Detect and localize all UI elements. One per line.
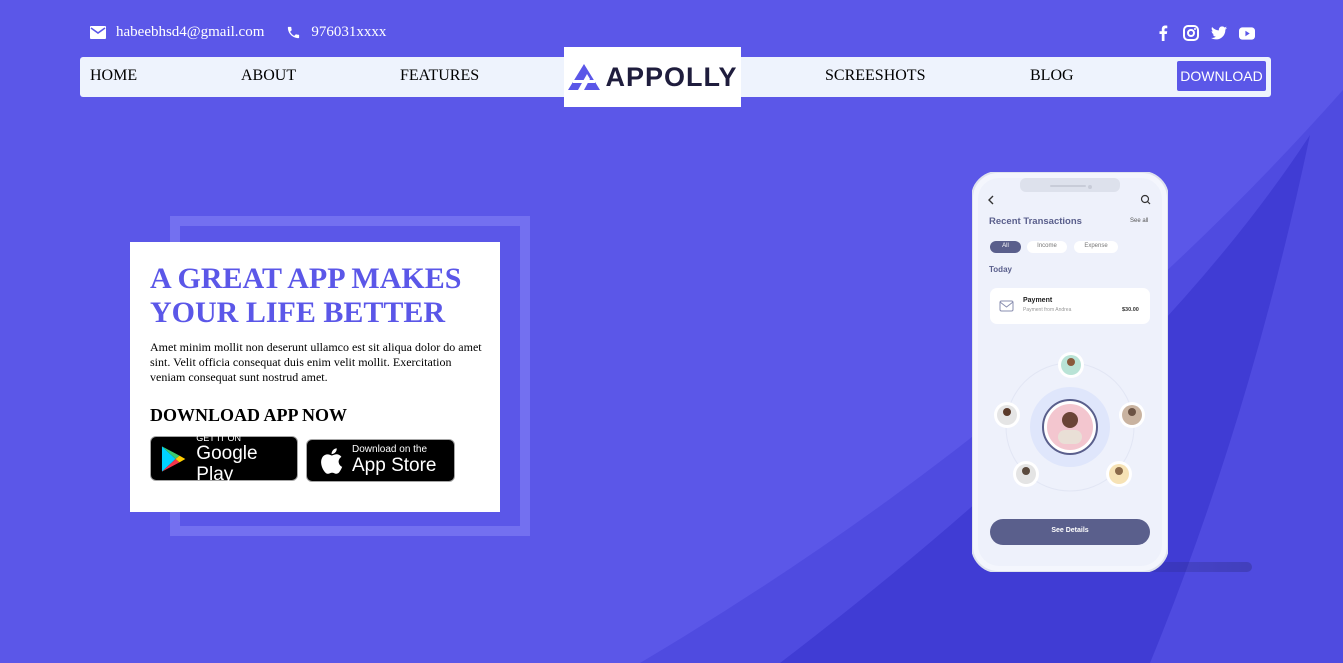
phone-section-today: Today	[989, 265, 1012, 274]
nav-screenshots[interactable]: SCREESHOTS	[825, 67, 925, 85]
nav-blog[interactable]: BLOG	[1030, 67, 1074, 85]
mail-icon	[90, 26, 106, 39]
logo-text: APPOLLY	[605, 61, 738, 92]
apple-icon	[321, 447, 343, 474]
google-play-icon	[161, 445, 186, 472]
phone-payment-sub: Payment from Andrea	[1023, 307, 1072, 313]
google-play-big: Google Play	[196, 442, 258, 485]
google-play-small: GET IT ON	[196, 432, 241, 443]
hero-title: A GREAT APP MAKES YOUR LIFE BETTER	[150, 262, 462, 329]
contact-bar: habeebhsd4@gmail.com 976031xxxx	[90, 24, 408, 41]
hero-body: Amet minim mollit non deserunt ullamco e…	[150, 340, 482, 384]
phone-see-details-button[interactable]: See Details	[990, 527, 1150, 534]
phone-filter-expense[interactable]: Expense	[1074, 243, 1118, 249]
phone-icon	[288, 26, 300, 39]
hero-cta-heading: DOWNLOAD APP NOW	[150, 405, 348, 425]
phone-filter-income[interactable]: Income	[1027, 243, 1067, 249]
hero-card: A GREAT APP MAKES YOUR LIFE BETTER Amet …	[130, 242, 500, 512]
phone-body	[972, 172, 1168, 572]
social-links	[1155, 24, 1255, 42]
phone-see-all[interactable]: See all	[1130, 218, 1148, 224]
youtube-icon[interactable]	[1239, 24, 1255, 42]
phone-link[interactable]: 976031xxxx	[311, 24, 386, 41]
nav-features[interactable]: FEATURES	[400, 67, 479, 85]
app-store-big: App Store	[352, 455, 437, 476]
phone-payment-title: Payment	[1023, 297, 1053, 304]
nav-about[interactable]: ABOUT	[241, 67, 296, 85]
phone-title: Recent Transactions	[989, 216, 1082, 227]
facebook-icon[interactable]	[1155, 24, 1171, 42]
google-play-button[interactable]: GET IT ON Google Play	[150, 432, 298, 485]
email-link[interactable]: habeebhsd4@gmail.com	[116, 24, 264, 41]
app-store-small: Download on the	[352, 444, 428, 455]
logo[interactable]: APPOLLY	[564, 47, 741, 107]
phone-filter-all[interactable]: All	[990, 243, 1021, 249]
phone-payment-amount: $30.00	[1122, 307, 1139, 313]
logo-mark-icon	[568, 64, 601, 90]
phone-mockup: Recent Transactions See all All Income E…	[972, 172, 1168, 572]
download-button[interactable]: DOWNLOAD	[1177, 61, 1266, 91]
twitter-icon[interactable]	[1211, 24, 1227, 42]
app-store-button[interactable]: Download on the App Store	[306, 439, 455, 482]
nav-home[interactable]: HOME	[90, 67, 137, 85]
instagram-icon[interactable]	[1183, 24, 1199, 42]
